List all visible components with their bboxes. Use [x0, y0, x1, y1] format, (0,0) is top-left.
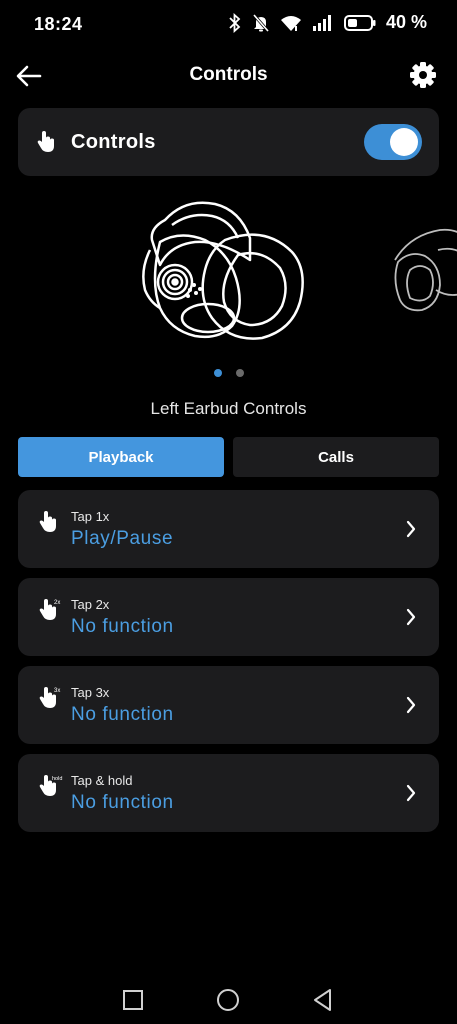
battery-percent: 40 %: [385, 12, 427, 32]
gesture-value: No function: [71, 704, 174, 725]
hand-tap-icon: [37, 131, 54, 152]
bluetooth-icon: [229, 12, 241, 33]
wifi-icon: [280, 15, 301, 31]
controls-master-card: Controls: [18, 108, 439, 176]
gesture-item-tap-hold[interactable]: hold Tap & hold No function: [18, 754, 439, 832]
nav-back-button[interactable]: [310, 987, 336, 1013]
circle-icon: [217, 989, 239, 1011]
chevron-right-icon: [406, 520, 416, 538]
mute-bell-icon: [252, 13, 270, 32]
hand-double-tap-icon: 2x: [39, 599, 60, 620]
controls-toggle[interactable]: [364, 124, 422, 160]
page-title: Controls: [189, 64, 268, 85]
gesture-name: Tap 1x: [71, 509, 110, 524]
hand-triple-tap-icon: 3x: [39, 687, 60, 708]
home-button[interactable]: [215, 987, 241, 1013]
chevron-right-icon: [406, 784, 416, 802]
tab-calls[interactable]: Calls: [233, 437, 439, 477]
gesture-value: Play/Pause: [71, 528, 174, 549]
chevron-right-icon: [406, 696, 416, 714]
square-icon: [123, 990, 143, 1010]
triangle-back-icon: [314, 989, 331, 1011]
hand-tap-icon: [39, 511, 56, 532]
gesture-name: Tap 3x: [71, 685, 110, 700]
status-bar: 18:24 40 %: [0, 0, 457, 50]
gesture-value: No function: [71, 792, 174, 813]
gesture-name: Tap & hold: [71, 773, 133, 788]
gesture-item-tap-3x[interactable]: 3x Tap 3x No function: [18, 666, 439, 744]
toggle-knob: [390, 128, 418, 156]
earbud-carousel[interactable]: [0, 190, 457, 360]
hand-hold-icon: hold: [39, 775, 62, 796]
system-nav-bar: [0, 975, 457, 1024]
gesture-item-tap-1x[interactable]: Tap 1x Play/Pause: [18, 490, 439, 568]
recents-button[interactable]: [120, 987, 146, 1013]
gesture-value: No function: [71, 616, 174, 637]
gear-icon: [410, 62, 436, 88]
control-tabs: Playback Calls: [18, 437, 439, 477]
carousel-dot-1[interactable]: [213, 369, 222, 377]
controls-label: Controls: [71, 131, 156, 153]
tab-playback[interactable]: Playback: [18, 437, 224, 477]
carousel-pagination: [0, 369, 457, 377]
section-title: Left Earbud Controls: [150, 399, 307, 418]
settings-button[interactable]: [407, 59, 439, 91]
gesture-name: Tap 2x: [71, 597, 110, 612]
signal-icon: [312, 14, 331, 31]
gesture-badge: 3x: [54, 688, 60, 694]
app-bar: Controls: [0, 50, 457, 102]
left-earbud-image: [142, 201, 457, 340]
gesture-item-tap-2x[interactable]: 2x Tap 2x No function: [18, 578, 439, 656]
carousel-dot-2[interactable]: [235, 369, 244, 377]
status-time: 18:24: [34, 14, 83, 34]
gesture-badge: hold: [52, 776, 62, 782]
battery-icon: [343, 14, 376, 31]
chevron-right-icon: [406, 608, 416, 626]
status-icons: 40 %: [228, 12, 427, 33]
gesture-badge: 2x: [54, 600, 60, 606]
